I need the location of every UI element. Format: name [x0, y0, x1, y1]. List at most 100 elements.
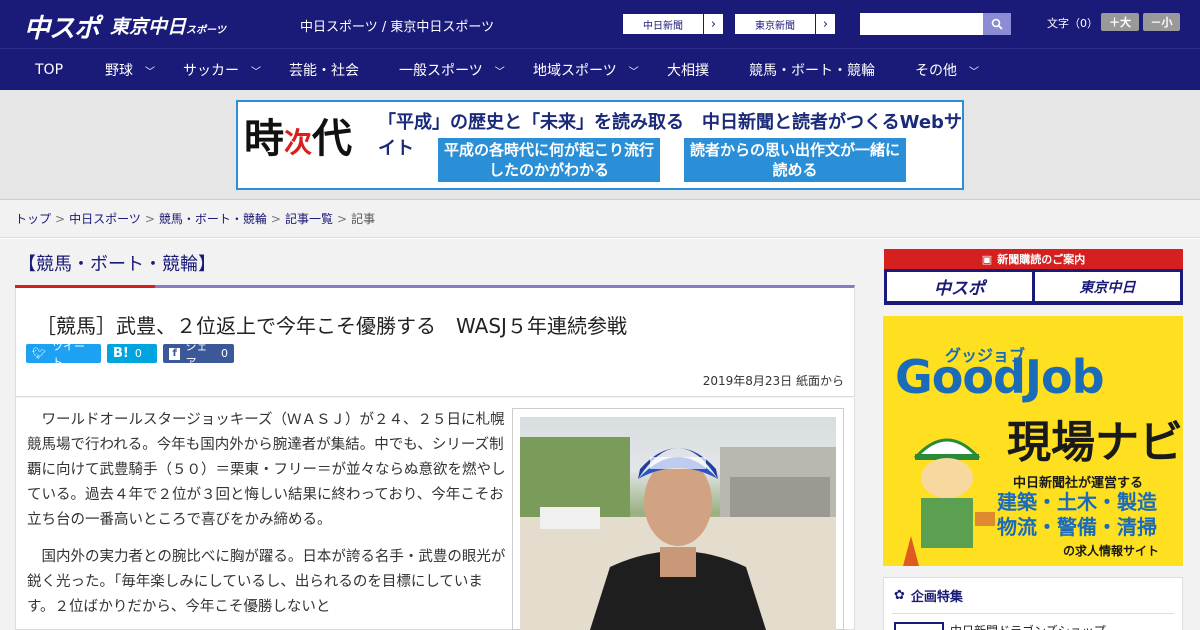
- article-paragraph: ワールドオールスタージョッキーズ（ＷＡＳＪ）が２４、２５日に札幌競馬場で行われる…: [27, 412, 506, 528]
- article-text: ワールドオールスタージョッキーズ（ＷＡＳＪ）が２４、２５日に札幌競馬場で行われる…: [27, 408, 507, 630]
- chevron-down-icon: ﹀: [628, 66, 639, 78]
- search-input[interactable]: [860, 13, 983, 35]
- article-photo[interactable]: [520, 417, 836, 630]
- tokyo-chunichi-logo-sub: スポーツ: [186, 25, 226, 36]
- twitter-icon: 🐦︎: [32, 347, 46, 360]
- facebook-icon: f: [169, 347, 181, 360]
- font-smaller-button[interactable]: －小: [1143, 13, 1180, 31]
- facebook-share-label: シェア: [185, 339, 208, 369]
- subscription-title: ▣ 新聞購読のご案内: [884, 249, 1183, 269]
- article-title: ［競馬］武豊、２位返上で今年こそ優勝する WASJ５年連続参戦: [36, 314, 627, 338]
- main-nav: TOP 野球 ﹀ サッカー ﹀ 芸能・社会 一般スポーツ ﹀ 地域スポーツ ﹀ 大相撲 …: [0, 48, 1200, 90]
- nav-item-label: 競馬・ボート・競輪: [749, 63, 875, 79]
- nav-item-label: 地域スポーツ: [533, 63, 617, 79]
- breadcrumb-chunichi-sports[interactable]: 中日スポーツ: [69, 210, 141, 227]
- newspaper-icon: ▣: [981, 252, 993, 266]
- breadcrumb-article-list[interactable]: 記事一覧: [285, 210, 333, 227]
- nav-item-baseball[interactable]: 野球 ﹀: [105, 49, 155, 91]
- tokyo-chunichi-logo[interactable]: 東京中日スポーツ: [110, 12, 226, 39]
- goodjob-operator: 中日新聞社が運営する: [1013, 476, 1144, 491]
- chevron-right-icon: ›: [815, 14, 835, 34]
- chuspo-logo[interactable]: 中スポ: [24, 8, 100, 45]
- chevron-down-icon: ﹀: [251, 66, 261, 78]
- banner-sub-right: 読者からの思い出作文が一緒に読める: [684, 138, 906, 182]
- chunichi-shimbun-link[interactable]: 中日新聞 ›: [622, 13, 724, 35]
- goodjob-categories: 建築・土木・製造 物流・警備・清掃: [997, 490, 1157, 540]
- facebook-share-button[interactable]: f シェア 0: [163, 340, 234, 369]
- chevron-down-icon: ﹀: [969, 66, 979, 78]
- goodjob-categories-1: 建築・土木・製造: [997, 490, 1157, 514]
- tokyo-chunichi-logo-text: 東京中日: [110, 16, 187, 38]
- nav-item-sumo[interactable]: 大相撲: [667, 49, 709, 91]
- nav-item-top[interactable]: TOP: [35, 49, 63, 91]
- breadcrumb-home[interactable]: トップ: [15, 210, 51, 227]
- breadcrumb-separator: >: [337, 211, 348, 226]
- feature-title-text: 企画特集: [910, 590, 963, 605]
- divider: [892, 613, 1174, 614]
- banner-sub-left: 平成の各時代に何が起こり流行したのかがわかる: [438, 138, 660, 182]
- subscription-box: ▣ 新聞購読のご案内 中スポ 東京中日: [884, 249, 1183, 305]
- feature-item-dragons-shop[interactable]: 中日新聞ドラゴンズショップ: [950, 622, 1106, 630]
- jockey-photo-illustration: [520, 437, 836, 630]
- chevron-down-icon: ﹀: [145, 66, 155, 78]
- article-paragraph: 国内外の実力者との腕比べに胸が躍る。日本が誇る名手・武豊の眼光が鋭く光った。「毎…: [27, 549, 506, 615]
- tweet-button[interactable]: 🐦︎ ツイート: [26, 340, 101, 369]
- nav-item-label: その他: [915, 63, 957, 79]
- nav-item-label: 一般スポーツ: [399, 63, 483, 79]
- site-title: 中日スポーツ / 東京中日スポーツ: [300, 20, 495, 35]
- nav-item-label: 芸能・社会: [289, 63, 359, 79]
- nav-item-entertainment[interactable]: 芸能・社会: [289, 49, 359, 91]
- chevron-right-icon: ›: [703, 14, 723, 34]
- goodjob-tagline: の求人情報サイト: [1063, 544, 1160, 558]
- nav-item-label: 野球: [105, 63, 133, 79]
- jidai-logo-char-c: 代: [312, 115, 353, 162]
- breadcrumb-separator: >: [270, 211, 281, 226]
- nav-item-label: TOP: [35, 62, 64, 78]
- tokyo-shimbun-link-label: 東京新聞: [755, 20, 795, 32]
- nav-item-other[interactable]: その他 ﹀: [915, 49, 979, 91]
- subscribe-tokyo-chunichi-button[interactable]: 東京中日: [1035, 272, 1180, 301]
- jidai-logo-char-a: 時: [244, 115, 284, 162]
- subscribe-chuspo-button[interactable]: 中スポ: [887, 272, 1032, 301]
- nav-item-soccer[interactable]: サッカー ﹀: [183, 49, 261, 91]
- goodjob-categories-2: 物流・警備・清掃: [997, 515, 1157, 539]
- jidai-logo: 時次代: [244, 106, 374, 186]
- article-category: 【競馬・ボート・競輪】: [18, 254, 216, 275]
- search-icon: [991, 18, 1003, 30]
- search-button[interactable]: [983, 13, 1011, 35]
- chevron-down-icon: ﹀: [494, 66, 505, 78]
- font-larger-button[interactable]: ＋大: [1101, 13, 1139, 31]
- font-size-label: 文字（0）: [1047, 17, 1098, 30]
- nav-item-general-sports[interactable]: 一般スポーツ ﹀: [399, 49, 505, 91]
- feature-title: ✿ 企画特集: [894, 586, 963, 605]
- subscription-title-text: 新聞購読のご案内: [997, 253, 1086, 266]
- chunichi-shimbun-link-label: 中日新聞: [643, 20, 683, 32]
- hatena-count: 0: [134, 347, 142, 360]
- nav-item-label: 大相撲: [667, 63, 709, 79]
- category-accent-bar: [15, 285, 155, 288]
- goodjob-navi: 現場ナビ: [1007, 417, 1183, 468]
- goodjob-title: GoodJob: [895, 350, 1105, 404]
- facebook-share-count: 0: [221, 347, 228, 360]
- jidai-banner[interactable]: 時次代 「平成」の歴史と「未来」を読み取る 中日新聞と読者がつくるWebサイト …: [236, 100, 964, 190]
- goodjob-ad[interactable]: グッジョブ GoodJob 現場ナビ 中日新聞社が運営する 建築・土木・製造 物…: [883, 316, 1183, 566]
- breadcrumb-current: 記事: [351, 212, 376, 226]
- nav-item-keiba[interactable]: 競馬・ボート・競輪: [749, 49, 875, 91]
- breadcrumb: トップ > 中日スポーツ > 競馬・ボート・競輪 > 記事一覧 > 記事: [0, 200, 1200, 238]
- article-header: ［競馬］武豊、２位返上で今年こそ優勝する WASJ５年連続参戦 🐦︎ ツイート B…: [15, 285, 855, 397]
- breadcrumb-separator: >: [144, 211, 155, 226]
- hatena-button[interactable]: B! 0: [107, 344, 157, 363]
- jidai-logo-char-b: 次: [284, 126, 313, 159]
- ribbon-icon: ✿: [894, 588, 905, 603]
- article-date: 2019年8月23日 紙面から: [702, 374, 844, 388]
- hatena-icon: B!: [113, 346, 129, 361]
- top-header: 中スポ 東京中日スポーツ 中日スポーツ / 東京中日スポーツ 中日新聞 › 東京…: [0, 0, 1200, 48]
- nav-item-local-sports[interactable]: 地域スポーツ ﹀: [533, 49, 639, 91]
- tokyo-shimbun-link[interactable]: 東京新聞 ›: [734, 13, 836, 35]
- dragons-shop-thumbnail[interactable]: [894, 622, 944, 630]
- worker-illustration: [903, 438, 995, 566]
- breadcrumb-keiba[interactable]: 競馬・ボート・競輪: [159, 210, 267, 227]
- feature-box: ✿ 企画特集 中日新聞ドラゴンズショップ: [883, 577, 1183, 630]
- tweet-label: ツイート: [51, 339, 85, 369]
- breadcrumb-separator: >: [55, 211, 66, 226]
